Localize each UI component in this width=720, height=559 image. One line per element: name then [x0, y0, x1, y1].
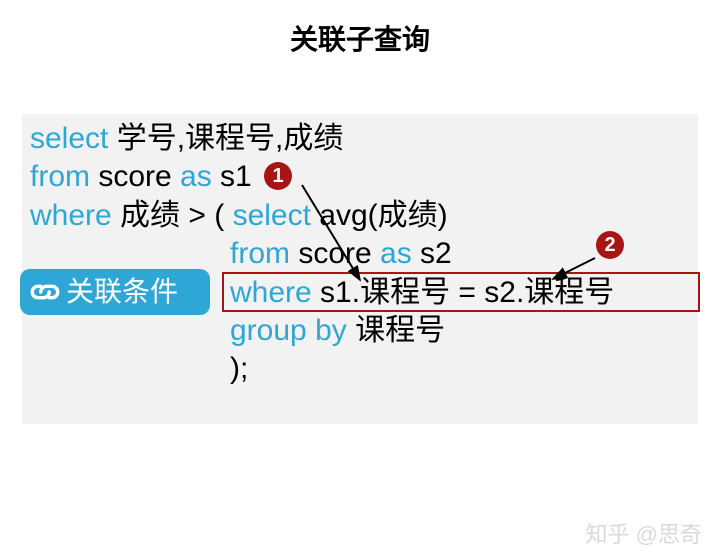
kw-select: select	[30, 122, 108, 155]
text-score1: score	[90, 160, 180, 193]
code-line-2: from score as s1 1	[30, 158, 690, 196]
highlight-join-condition	[222, 272, 700, 312]
text-close: );	[230, 352, 248, 385]
code-line-4: from score as s2	[30, 235, 690, 273]
text-s2: s2	[412, 237, 452, 270]
text-groupcol: 课程号	[347, 314, 445, 347]
link-icon	[28, 275, 62, 309]
kw-as-2: as	[380, 237, 412, 270]
watermark: 知乎 @思奇	[586, 517, 702, 549]
text-cols: 学号,课程号,成绩	[108, 122, 343, 155]
text-s1: s1	[212, 160, 260, 193]
text-gt: 成绩 > (	[112, 199, 233, 232]
code-line-1: select 学号,课程号,成绩	[30, 120, 690, 158]
badge-1: 1	[264, 162, 292, 190]
tag-label: 关联条件	[66, 269, 178, 315]
text-score2: score	[290, 237, 380, 270]
kw-groupby: group by	[230, 314, 347, 347]
kw-select-inner: select	[233, 199, 311, 232]
badge-2: 2	[596, 231, 624, 259]
code-line-3: where 成绩 > ( select avg(成绩)	[30, 197, 690, 235]
code-line-6: group by 课程号	[30, 312, 690, 350]
code-line-7: );	[30, 350, 690, 388]
kw-where-outer: where	[30, 199, 112, 232]
kw-from-inner: from	[230, 237, 290, 270]
slide-title: 关联子查询	[0, 18, 720, 58]
kw-from: from	[30, 160, 90, 193]
tag-correlation-condition: 关联条件	[20, 269, 210, 315]
text-avg: avg(成绩)	[311, 199, 448, 232]
kw-as-1: as	[180, 160, 212, 193]
